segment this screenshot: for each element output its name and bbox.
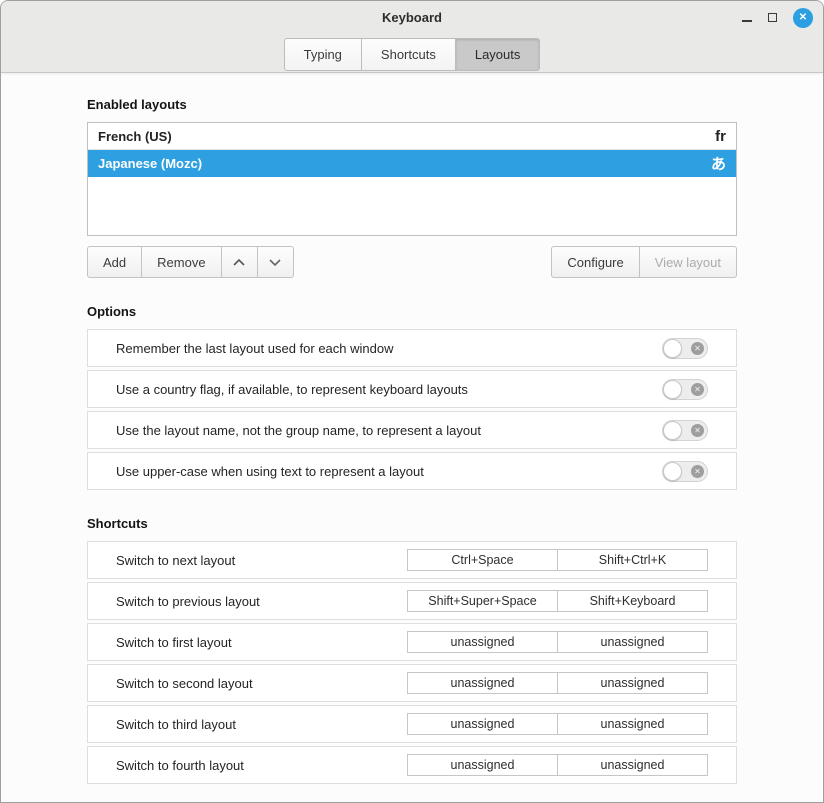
minimize-icon: [742, 20, 752, 22]
option-row-remember-layout: Remember the last layout used for each w…: [87, 329, 737, 367]
keybinding-group: unassigned unassigned: [407, 672, 708, 694]
move-down-button[interactable]: [257, 246, 294, 278]
option-label: Remember the last layout used for each w…: [116, 341, 393, 356]
remove-button[interactable]: Remove: [141, 246, 221, 278]
minimize-button[interactable]: [742, 13, 752, 22]
shortcut-row-previous-layout: Switch to previous layout Shift+Super+Sp…: [87, 582, 737, 620]
toggle-off-icon: ✕: [691, 383, 704, 396]
keybinding-button-1[interactable]: Shift+Super+Space: [407, 590, 558, 612]
shortcut-row-next-layout: Switch to next layout Ctrl+Space Shift+C…: [87, 541, 737, 579]
keybinding-button-2[interactable]: unassigned: [557, 713, 708, 735]
close-icon: ✕: [799, 13, 807, 23]
keybinding-button-2[interactable]: unassigned: [557, 754, 708, 776]
option-row-country-flag: Use a country flag, if available, to rep…: [87, 370, 737, 408]
layout-glyph: あ: [711, 153, 726, 174]
shortcut-label: Switch to fourth layout: [116, 758, 244, 773]
toggle-upper-case[interactable]: ✕: [662, 461, 708, 482]
toggle-off-icon: ✕: [691, 465, 704, 478]
shortcut-row-third-layout: Switch to third layout unassigned unassi…: [87, 705, 737, 743]
maximize-icon: [768, 13, 777, 22]
keybinding-button-1[interactable]: unassigned: [407, 754, 558, 776]
configure-button[interactable]: Configure: [551, 246, 639, 278]
toggle-layout-name[interactable]: ✕: [662, 420, 708, 441]
keybinding-button-2[interactable]: unassigned: [557, 672, 708, 694]
keybinding-group: unassigned unassigned: [407, 713, 708, 735]
keybinding-group: unassigned unassigned: [407, 754, 708, 776]
toggle-knob: [663, 380, 682, 399]
keybinding-button-2[interactable]: unassigned: [557, 631, 708, 653]
layout-edit-buttons: Add Remove: [87, 246, 294, 278]
window-title: Keyboard: [382, 10, 442, 25]
keybinding-button-1[interactable]: Ctrl+Space: [407, 549, 558, 571]
layout-list-actions: Add Remove Configure View layout: [87, 246, 737, 278]
window-header: Keyboard ✕ Typing Shortcuts Layouts: [1, 1, 823, 73]
layouts-panel: Enabled layouts French (US) fr Japanese …: [1, 73, 823, 803]
shortcut-label: Switch to third layout: [116, 717, 236, 732]
enabled-layouts-heading: Enabled layouts: [87, 97, 737, 112]
tab-shortcuts[interactable]: Shortcuts: [361, 38, 456, 71]
option-row-layout-name: Use the layout name, not the group name,…: [87, 411, 737, 449]
layout-name: French (US): [98, 129, 172, 144]
shortcut-label: Switch to second layout: [116, 676, 253, 691]
keybinding-group: unassigned unassigned: [407, 631, 708, 653]
layout-row-japanese[interactable]: Japanese (Mozc) あ: [88, 150, 736, 177]
shortcut-row-second-layout: Switch to second layout unassigned unass…: [87, 664, 737, 702]
keybinding-button-1[interactable]: unassigned: [407, 672, 558, 694]
keybinding-button-2[interactable]: Shift+Keyboard: [557, 590, 708, 612]
shortcut-label: Switch to first layout: [116, 635, 232, 650]
tab-bar: Typing Shortcuts Layouts: [1, 34, 823, 71]
tab-layouts[interactable]: Layouts: [455, 38, 541, 71]
toggle-off-icon: ✕: [691, 424, 704, 437]
toggle-knob: [663, 462, 682, 481]
add-button[interactable]: Add: [87, 246, 142, 278]
keybinding-group: Ctrl+Space Shift+Ctrl+K: [407, 549, 708, 571]
keybinding-group: Shift+Super+Space Shift+Keyboard: [407, 590, 708, 612]
window-controls: ✕: [742, 1, 813, 34]
options-heading: Options: [87, 304, 737, 319]
shortcuts-list: Switch to next layout Ctrl+Space Shift+C…: [87, 541, 737, 784]
move-up-button[interactable]: [221, 246, 258, 278]
options-list: Remember the last layout used for each w…: [87, 329, 737, 490]
close-button[interactable]: ✕: [793, 8, 813, 28]
option-label: Use upper-case when using text to repres…: [116, 464, 424, 479]
shortcut-label: Switch to next layout: [116, 553, 235, 568]
layout-glyph: fr: [715, 128, 726, 145]
titlebar[interactable]: Keyboard ✕: [1, 1, 823, 34]
keybinding-button-2[interactable]: Shift+Ctrl+K: [557, 549, 708, 571]
maximize-button[interactable]: [768, 13, 777, 22]
chevron-up-icon: [233, 259, 245, 266]
toggle-knob: [663, 421, 682, 440]
toggle-remember-layout[interactable]: ✕: [662, 338, 708, 359]
option-label: Use a country flag, if available, to rep…: [116, 382, 468, 397]
toggle-knob: [663, 339, 682, 358]
option-row-upper-case: Use upper-case when using text to repres…: [87, 452, 737, 490]
tab-typing[interactable]: Typing: [284, 38, 362, 71]
shortcut-label: Switch to previous layout: [116, 594, 260, 609]
toggle-off-icon: ✕: [691, 342, 704, 355]
chevron-down-icon: [269, 259, 281, 266]
layout-name: Japanese (Mozc): [98, 156, 202, 171]
shortcut-row-fourth-layout: Switch to fourth layout unassigned unass…: [87, 746, 737, 784]
option-label: Use the layout name, not the group name,…: [116, 423, 481, 438]
toggle-country-flag[interactable]: ✕: [662, 379, 708, 400]
shortcuts-heading: Shortcuts: [87, 516, 737, 531]
view-layout-button[interactable]: View layout: [639, 246, 737, 278]
keybinding-button-1[interactable]: unassigned: [407, 713, 558, 735]
enabled-layouts-list[interactable]: French (US) fr Japanese (Mozc) あ: [87, 122, 737, 236]
keybinding-button-1[interactable]: unassigned: [407, 631, 558, 653]
layout-config-buttons: Configure View layout: [551, 246, 737, 278]
keyboard-settings-window: Keyboard ✕ Typing Shortcuts Layouts Enab…: [0, 0, 824, 803]
layout-row-french[interactable]: French (US) fr: [88, 123, 736, 150]
shortcut-row-first-layout: Switch to first layout unassigned unassi…: [87, 623, 737, 661]
